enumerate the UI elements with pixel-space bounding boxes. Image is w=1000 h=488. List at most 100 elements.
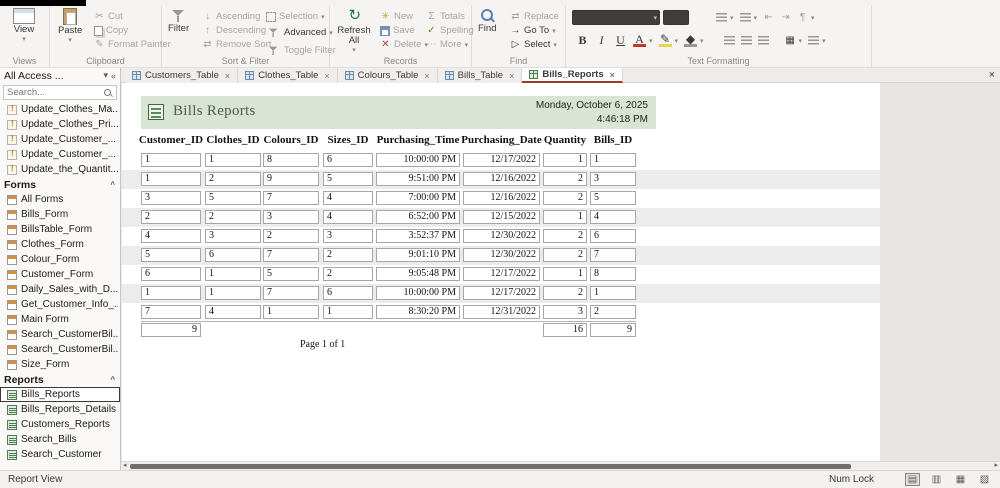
nav-item-get-customer-info[interactable]: Get_Customer_Info_... <box>0 297 120 312</box>
report-icon <box>148 104 164 120</box>
scroll-left-icon[interactable]: ◂ <box>123 462 127 470</box>
advanced-button[interactable]: Advanced ▾ <box>266 25 336 40</box>
report-view-icon[interactable]: ▤ <box>905 473 920 486</box>
tab-colours_table[interactable]: Colours_Table × <box>337 68 438 83</box>
format-painter-button[interactable]: ✎ Format Painter <box>94 39 171 50</box>
scroll-right-icon[interactable]: ▸ <box>994 462 998 470</box>
selection-button[interactable]: Selection ▾ <box>266 11 336 22</box>
font-color-button[interactable]: A ▾ <box>633 33 653 47</box>
replace-button[interactable]: ⇄ Replace <box>510 11 559 22</box>
align-center-button[interactable] <box>740 36 752 45</box>
nav-item-search-customerbil[interactable]: Search_CustomerBil... <box>0 342 120 357</box>
nav-item-update-customer[interactable]: Update_Customer_... <box>0 132 120 147</box>
underline-button[interactable]: U <box>614 33 627 48</box>
numbering-button[interactable]: ▾ <box>739 13 757 22</box>
nav-item-bills-form[interactable]: Bills_Form <box>0 207 120 222</box>
remove-sort-button[interactable]: ⇄ Remove Sort <box>202 39 271 50</box>
font-name-combobox[interactable]: ▾ <box>572 10 660 25</box>
nav-pane-header[interactable]: All Access ... ▾ « <box>0 68 120 83</box>
cut-button[interactable]: ✂ Cut <box>94 11 171 22</box>
close-tab-icon[interactable]: × <box>989 69 995 81</box>
increase-indent-button[interactable]: ⇥ <box>780 12 791 23</box>
select-cursor-icon: ▷ <box>511 39 520 50</box>
tab-bills_reports[interactable]: Bills_Reports × <box>522 68 623 83</box>
chevron-down-icon[interactable]: ▾ <box>103 70 108 81</box>
tab-clothes_table[interactable]: Clothes_Table × <box>238 68 338 83</box>
nav-item-customers-reports[interactable]: Customers_Reports <box>0 417 120 432</box>
ascending-button[interactable]: ↓ Ascending <box>202 11 271 22</box>
form-icon <box>7 329 17 340</box>
nav-item-main-form[interactable]: Main Form <box>0 312 120 327</box>
select-button[interactable]: ▷ Select ▾ <box>510 39 559 50</box>
close-tab-icon[interactable]: × <box>509 70 514 82</box>
report-date: Monday, October 6, 2025 <box>535 100 648 111</box>
search-input[interactable] <box>7 87 103 98</box>
nav-item-bills-reports[interactable]: Bills_Reports <box>0 387 120 402</box>
nav-item-size-form[interactable]: Size_Form <box>0 357 120 372</box>
italic-button[interactable]: I <box>595 33 608 48</box>
horizontal-scrollbar[interactable]: ◂ ▸ <box>121 461 1000 470</box>
nav-item-bills-reports-details[interactable]: Bills_Reports_Details <box>0 402 120 417</box>
nav-item-colour-form[interactable]: Colour_Form <box>0 252 120 267</box>
nav-item-label: Search_Bills <box>21 434 77 445</box>
bullets-button[interactable]: ▾ <box>716 13 734 22</box>
nav-item-daily-sales-with-d[interactable]: Daily_Sales_with_D... <box>0 282 120 297</box>
close-tab-icon[interactable]: × <box>610 69 615 81</box>
scrollbar-thumb[interactable] <box>130 464 851 469</box>
more-button[interactable]: ⋯ More ▾ <box>426 39 474 50</box>
nav-item-search-customer[interactable]: Search_Customer <box>0 447 120 462</box>
sort-ascending-icon: ↓ <box>205 11 210 22</box>
refresh-all-button[interactable]: ↻ Refresh All ▾ <box>334 7 374 55</box>
go-to-button[interactable]: → Go To ▾ <box>510 25 559 36</box>
shutter-close-icon[interactable]: « <box>111 71 116 81</box>
report-cell: 1 <box>590 153 636 167</box>
delete-record-button[interactable]: ✕ Delete ▾ <box>380 39 428 50</box>
font-size-combobox[interactable] <box>663 10 689 25</box>
nav-item-billstable-form[interactable]: BillsTable_Form <box>0 222 120 237</box>
copy-button[interactable]: Copy <box>94 25 171 36</box>
close-tab-icon[interactable]: × <box>225 70 230 82</box>
totals-button[interactable]: Σ Totals <box>426 11 474 22</box>
nav-item-update-customer[interactable]: Update_Customer_... <box>0 147 120 162</box>
save-record-button[interactable]: Save <box>380 25 428 36</box>
align-left-button[interactable] <box>723 36 735 45</box>
view-button[interactable]: View ▾ <box>13 8 35 44</box>
tab-bills_table[interactable]: Bills_Table × <box>437 68 523 83</box>
highlight-button[interactable]: ✎ ▾ <box>658 33 678 47</box>
decrease-indent-button[interactable]: ⇤ <box>763 12 774 23</box>
nav-item-search-bills[interactable]: Search_Bills <box>0 432 120 447</box>
find-button[interactable]: Find <box>478 8 496 34</box>
bold-button[interactable]: B <box>576 33 589 48</box>
nav-section-header-reports[interactable]: Reports ^ <box>0 372 120 387</box>
align-right-icon <box>757 36 769 45</box>
nav-item-update-clothes-pri[interactable]: Update_Clothes_Pri... <box>0 117 120 132</box>
navigation-pane: All Access ... ▾ « Update_Clothes_Ma... U… <box>0 68 121 470</box>
nav-item-update-the-quantit[interactable]: Update_the_Quantit... <box>0 162 120 177</box>
nav-item-all-forms[interactable]: All Forms <box>0 192 120 207</box>
close-tab-icon[interactable]: × <box>324 70 329 82</box>
background-fill-button[interactable]: ◆ ▾ <box>684 33 704 47</box>
nav-item-update-clothes-ma[interactable]: Update_Clothes_Ma... <box>0 102 120 117</box>
nav-item-search-customerbil[interactable]: Search_CustomerBil... <box>0 327 120 342</box>
align-right-button[interactable] <box>757 36 769 45</box>
report-cell: 4 <box>323 210 373 224</box>
new-record-button[interactable]: ✳ New <box>380 11 428 22</box>
tab-customers_table[interactable]: Customers_Table × <box>125 68 239 83</box>
search-box <box>3 85 117 100</box>
design-view-icon[interactable]: ▧ <box>977 473 992 486</box>
print-preview-icon[interactable]: ▥ <box>929 473 944 486</box>
nav-section-header-forms[interactable]: Forms ^ <box>0 177 120 192</box>
close-tab-icon[interactable]: × <box>424 70 429 82</box>
layout-view-icon[interactable]: ▦ <box>953 473 968 486</box>
paste-button[interactable]: Paste ▾ <box>58 8 82 45</box>
descending-button[interactable]: ↑ Descending <box>202 25 271 36</box>
spelling-button[interactable]: ✓ Spelling <box>426 25 474 36</box>
nav-item-customer-form[interactable]: Customer_Form <box>0 267 120 282</box>
filter-button[interactable]: Filter <box>168 8 189 34</box>
text-direction-button[interactable]: ¶ ▾ <box>797 12 815 23</box>
gridlines-button[interactable]: ▦ ▾ <box>785 35 802 46</box>
nav-item-label: Update_Clothes_Pri... <box>21 119 118 130</box>
alternate-row-color-button[interactable]: ▾ <box>808 36 826 45</box>
report-cell: 2 <box>590 305 636 319</box>
nav-item-clothes-form[interactable]: Clothes_Form <box>0 237 120 252</box>
